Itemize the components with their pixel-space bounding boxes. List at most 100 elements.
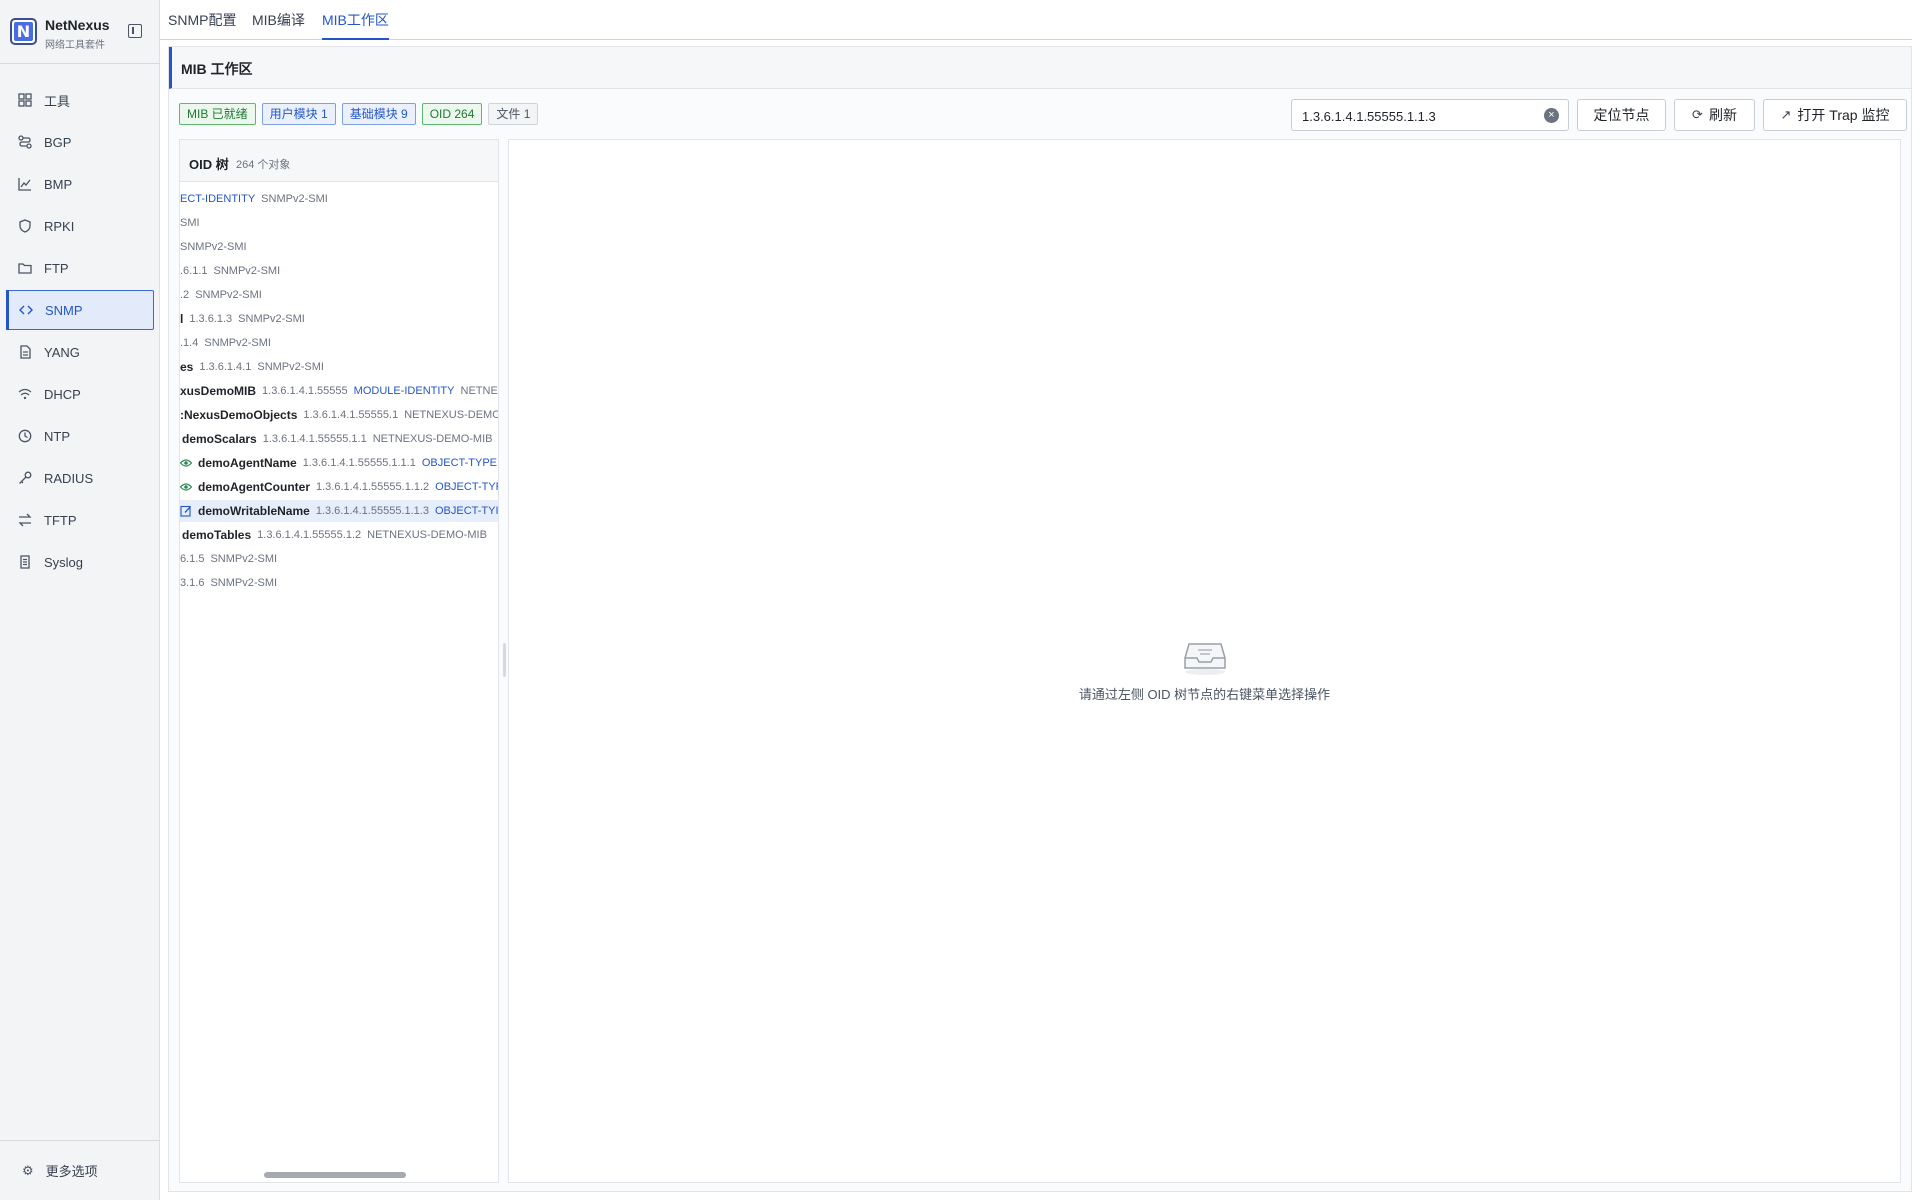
tree-node[interactable]: SMI xyxy=(180,212,200,234)
tree-node[interactable]: 3.1.6 SNMPv2-SMI xyxy=(180,572,277,594)
sidebar-item-tools[interactable]: 工具 xyxy=(6,80,154,120)
sidebar-item-ntp[interactable]: NTP xyxy=(6,416,154,456)
tree-node[interactable]: demoAgentName 1.3.6.1.4.1.55555.1.1.1 OBJE… xyxy=(180,452,498,474)
badge-mib-ready: MIB 已就绪 xyxy=(179,103,256,125)
panel-resize-handle[interactable] xyxy=(503,643,506,677)
panel-title: MIB 工作区 xyxy=(181,61,253,77)
tree-node-module: NETNEXUS-DEMO xyxy=(404,409,498,421)
sidebar-item-dhcp[interactable]: DHCP xyxy=(6,374,154,414)
grid-icon xyxy=(18,93,32,107)
tree-node-type: OBJECT-TYPE xyxy=(421,457,498,469)
tree-node[interactable]: demoAgentCounter 1.3.6.1.4.1.55555.1.1.2 O… xyxy=(180,476,498,498)
external-link-icon: ↗ xyxy=(1780,107,1792,122)
tree-node[interactable]: es 1.3.6.1.4.1 SNMPv2-SMI xyxy=(180,356,324,378)
tree-node-module: SNMPv2-SMI xyxy=(210,553,278,565)
tree-node-name: demoScalars xyxy=(182,432,257,446)
more-options-label: 更多选项 xyxy=(45,1164,98,1179)
locate-node-label: 定位节点 xyxy=(1593,107,1650,123)
sidebar-item-snmp[interactable]: SNMP xyxy=(6,290,154,330)
tree-node-type: MODULE-IDENTITY xyxy=(353,385,455,397)
tree-node[interactable]: 6.1.5 SNMPv2-SMI xyxy=(180,548,277,570)
more-options-button[interactable]: ⚙ 更多选项 xyxy=(0,1140,160,1200)
oid-search-input[interactable] xyxy=(1302,106,1532,126)
tree-node-module: NETNE xyxy=(460,385,498,397)
tree-node-module: NETNEXUS-DEMO-MIB xyxy=(367,529,487,541)
tab-snmp-config[interactable]: SNMP配置 xyxy=(168,10,236,38)
shield-icon xyxy=(18,219,32,233)
sidebar-item-label: RADIUS xyxy=(44,470,94,486)
tree-node[interactable]: xusDemoMIB 1.3.6.1.4.1.55555 MODULE-IDENTI… xyxy=(180,380,498,402)
tree-node[interactable]: ECT-IDENTITY SNMPv2-SMI xyxy=(180,188,328,210)
oid-tree[interactable]: ECT-IDENTITY SNMPv2-SMI SMI SNMPv2-SMI .6.1.… xyxy=(180,182,498,1172)
refresh-label: 刷新 xyxy=(1708,107,1737,123)
oid-search: × xyxy=(1291,99,1569,131)
tree-node-name: es xyxy=(180,360,194,374)
tree-node-name: :NexusDemoObjects xyxy=(180,408,298,422)
tree-node-oid: 6.1.5 xyxy=(180,553,205,565)
tree-node[interactable]: l 1.3.6.1.3 SNMPv2-SMI xyxy=(180,308,305,330)
sidebar-item-bmp[interactable]: BMP xyxy=(6,164,154,204)
tree-node-type: OBJECT-TYI xyxy=(434,505,498,517)
tree-node[interactable]: .2 SNMPv2-SMI xyxy=(180,284,262,306)
sidebar-item-tftp[interactable]: TFTP xyxy=(6,500,154,540)
tree-node[interactable]: SNMPv2-SMI xyxy=(180,236,247,258)
tab-mib-workspace[interactable]: MIB工作区 xyxy=(322,10,389,40)
sidebar-item-label: YANG xyxy=(44,344,80,360)
refresh-button[interactable]: ⟳ 刷新 xyxy=(1674,99,1755,131)
tree-node-module: SNMPv2-SMI xyxy=(257,361,324,373)
tree-node[interactable]: .6.1.1 SNMPv2-SMI xyxy=(180,260,280,282)
edit-icon xyxy=(180,505,192,517)
sidebar-item-yang[interactable]: YANG xyxy=(6,332,154,372)
clear-icon[interactable]: × xyxy=(1544,108,1559,123)
sidebar-collapse-icon[interactable] xyxy=(128,24,142,38)
gear-icon: ⚙ xyxy=(22,1162,34,1178)
tree-node-module: SNMPv2-SMI xyxy=(204,337,271,349)
tree-node-module: NETNEXUS-DEMO-MIB xyxy=(372,433,493,445)
swap-icon xyxy=(18,513,32,527)
badge-file-count: 文件 1 xyxy=(488,103,539,125)
tree-node-name: xusDemoMIB xyxy=(180,384,257,398)
tree-node-type: ECT-IDENTITY xyxy=(180,193,256,205)
mib-workspace-panel: MIB 工作区 MIB 已就绪 用户模块 1 基础模块 9 OID 264 文件… xyxy=(168,46,1912,1192)
empty-state-text: 请通过左侧 OID 树节点的右键菜单选择操作 xyxy=(1078,687,1331,702)
tree-node-oid: .2 xyxy=(180,289,190,301)
badge-base-modules: 基础模块 9 xyxy=(341,103,416,125)
sidebar-item-ftp[interactable]: FTP xyxy=(6,248,154,288)
log-icon xyxy=(18,555,32,569)
oid-tree-header: OID 树 264 个对象 xyxy=(180,140,498,182)
sidebar-nav: 工具 BGP BMP RPKI FTP SNMP YANG DHCP NTP RADIUS TFTP… xyxy=(0,80,160,584)
sidebar-item-rpki[interactable]: RPKI xyxy=(6,206,154,246)
tree-node-name: demoAgentCounter xyxy=(198,480,310,494)
top-tabs: SNMP配置 MIB编译 MIB工作区 xyxy=(160,0,1912,40)
open-trap-monitor-button[interactable]: ↗ 打开 Trap 监控 xyxy=(1763,99,1907,131)
sidebar-item-label: RPKI xyxy=(44,218,75,234)
sidebar-item-label: DHCP xyxy=(44,386,81,402)
chart-icon xyxy=(18,177,32,191)
clock-icon xyxy=(18,429,32,443)
sidebar: N NetNexus 网络工具套件 工具 BGP BMP RPKI FTP SNMP YAN… xyxy=(0,0,160,1200)
sidebar-item-bgp[interactable]: BGP xyxy=(6,122,154,162)
tree-node-name: demoAgentName xyxy=(198,456,297,470)
sidebar-item-label: BMP xyxy=(44,176,73,192)
tree-node-oid: 1.3.6.1.4.1.55555.1.1 xyxy=(262,433,367,445)
sidebar-item-syslog[interactable]: Syslog xyxy=(6,542,154,582)
status-badges: MIB 已就绪 用户模块 1 基础模块 9 OID 264 文件 1 xyxy=(179,103,539,125)
tree-node-oid: .1.4 xyxy=(180,337,199,349)
sidebar-item-label: TFTP xyxy=(44,512,77,528)
sidebar-item-radius[interactable]: RADIUS xyxy=(6,458,154,498)
locate-node-button[interactable]: 定位节点 xyxy=(1577,99,1666,131)
tree-node-oid: 1.3.6.1.4.1.55555.1.1.1 xyxy=(302,457,416,469)
sidebar-item-label: SNMP xyxy=(45,302,83,318)
horizontal-scrollbar[interactable] xyxy=(264,1172,406,1178)
tree-node[interactable]: .1.4 SNMPv2-SMI xyxy=(180,332,271,354)
route-icon xyxy=(18,135,32,149)
tree-node[interactable]: demoTables 1.3.6.1.4.1.55555.1.2 NETNEXUS-… xyxy=(182,524,487,546)
tree-node[interactable]: demoWritableName 1.3.6.1.4.1.55555.1.1.3 O… xyxy=(180,500,498,522)
tab-mib-compile[interactable]: MIB编译 xyxy=(252,10,305,38)
sidebar-item-label: 工具 xyxy=(44,93,71,109)
tree-node-oid: 1.3.6.1.4.1.55555 xyxy=(262,385,348,397)
tree-node[interactable]: demoScalars 1.3.6.1.4.1.55555.1.1 NETNEXUS… xyxy=(182,428,492,450)
tree-node-module: SMI xyxy=(180,217,200,229)
tree-node[interactable]: :NexusDemoObjects 1.3.6.1.4.1.55555.1 NETN… xyxy=(180,404,498,426)
tree-node-oid: 1.3.6.1.4.1.55555.1.1.2 xyxy=(316,481,430,493)
